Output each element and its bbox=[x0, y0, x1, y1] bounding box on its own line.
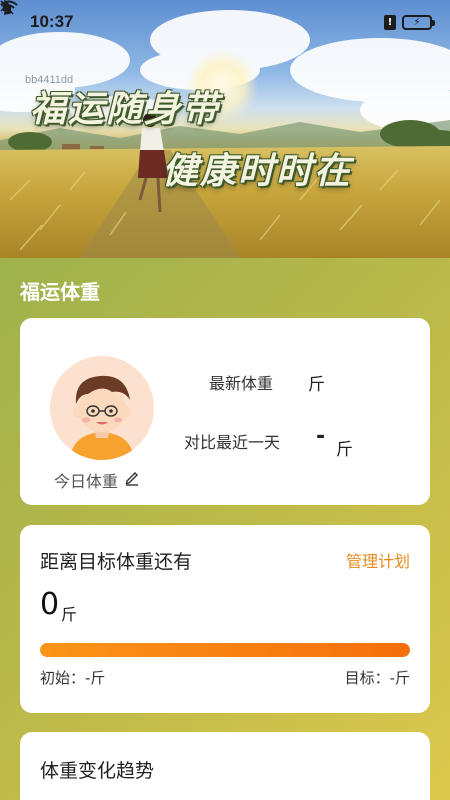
trend-title: 体重变化趋势 bbox=[40, 760, 155, 782]
remaining-weight-value: 0 bbox=[40, 587, 60, 622]
banner-slogan-line1: 福运随身带 bbox=[30, 89, 221, 130]
banner-slogan-line2: 健康时时在 bbox=[162, 151, 353, 192]
sim-icon: ! bbox=[384, 14, 396, 30]
compare-value: - bbox=[316, 424, 326, 449]
manage-plan-link[interactable]: 管理计划 bbox=[346, 548, 410, 572]
battery-charging-icon: ⚡ bbox=[402, 14, 435, 30]
avatar bbox=[50, 356, 154, 460]
goal-progress-bar bbox=[40, 643, 410, 657]
target-weight-label: 目标：-斤 bbox=[344, 669, 410, 687]
compare-label: 对比最近一天 bbox=[184, 433, 281, 452]
goal-card: 距离目标体重还有 管理计划 0 斤 初始：-斤 目标：-斤 bbox=[20, 525, 430, 713]
start-weight-label: 初始：-斤 bbox=[40, 669, 106, 687]
trend-card: 体重变化趋势 bbox=[20, 732, 430, 800]
today-weight-card: 今日体重 最新体重 斤 对比最近一天 - 斤 bbox=[20, 318, 430, 505]
status-bar: 10:37 ! ⚡ bbox=[0, 0, 450, 44]
boy-avatar-icon bbox=[70, 375, 134, 460]
goal-progress-fill bbox=[40, 643, 410, 657]
compare-unit: 斤 bbox=[336, 440, 353, 460]
remaining-weight-unit: 斤 bbox=[61, 605, 78, 624]
pencil-icon bbox=[124, 470, 140, 490]
today-weight-edit[interactable]: 今日体重 bbox=[54, 468, 140, 492]
goal-title: 距离目标体重还有 bbox=[40, 551, 193, 573]
latest-weight-value: 斤 bbox=[308, 375, 325, 395]
latest-weight-label: 最新体重 bbox=[209, 374, 274, 393]
today-weight-label: 今日体重 bbox=[54, 472, 119, 491]
hero-banner: 10:37 ! ⚡ bb4411dd 福运随身带 健康时时在 bbox=[0, 0, 450, 258]
page-title: 福运体重 bbox=[20, 280, 100, 304]
clock: 10:37 bbox=[30, 12, 74, 31]
